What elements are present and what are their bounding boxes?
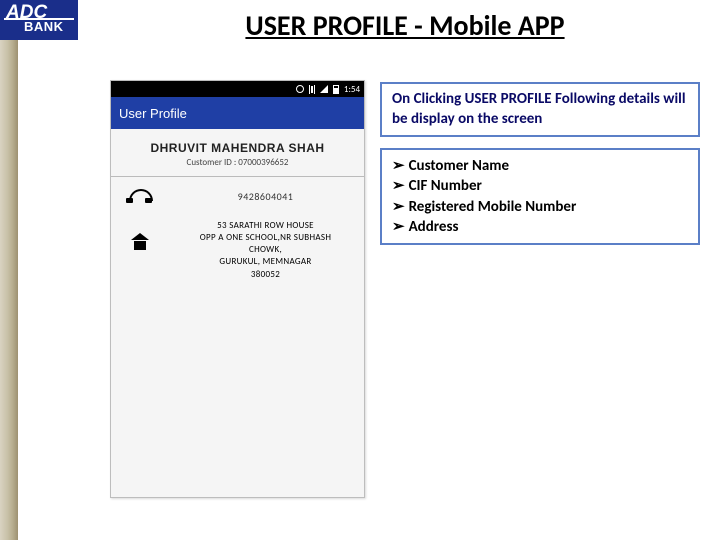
profile-header: DHRUVIT MAHENDRA SHAH Customer ID : 0700… — [111, 129, 364, 177]
signal-icon — [320, 85, 328, 93]
phone-screenshot: 1:54 User Profile DHRUVIT MAHENDRA SHAH … — [110, 80, 365, 498]
phone-icon — [127, 187, 153, 206]
bullet-item: Address — [392, 217, 688, 237]
logo-text-bottom: BANK — [24, 20, 64, 33]
status-bar: 1:54 — [111, 81, 364, 97]
address-line: GURUKUL, MEMNAGAR — [183, 256, 348, 268]
address-line: OPP A ONE SCHOOL,NR SUBHASH — [183, 232, 348, 244]
mobile-number: 9428604041 — [183, 190, 348, 203]
address-line: 53 SARATHI ROW HOUSE — [183, 220, 348, 232]
slide-title: USER PROFILE - Mobile APP — [245, 8, 564, 43]
description-box: On Clicking USER PROFILE Following detai… — [380, 82, 700, 137]
status-time: 1:54 — [344, 84, 360, 95]
bank-logo: ADC BANK — [0, 0, 78, 40]
bullet-item: CIF Number — [392, 176, 688, 196]
battery-icon — [333, 85, 339, 94]
bullet-box: Customer Name CIF Number Registered Mobi… — [380, 148, 700, 245]
alarm-icon — [296, 85, 304, 93]
slide-side-stripe — [0, 0, 18, 540]
bullet-item: Customer Name — [392, 156, 688, 176]
mobile-row: 9428604041 — [111, 177, 364, 216]
slide-title-container: USER PROFILE - Mobile APP — [120, 8, 690, 43]
bullet-list: Customer Name CIF Number Registered Mobi… — [392, 156, 688, 237]
app-bar-title: User Profile — [119, 106, 187, 121]
address-line: CHOWK, — [183, 244, 348, 256]
home-icon — [127, 220, 153, 255]
app-bar: User Profile — [111, 97, 364, 129]
address-row: 53 SARATHI ROW HOUSE OPP A ONE SCHOOL,NR… — [111, 216, 364, 291]
address-line: 380052 — [183, 269, 348, 281]
customer-name: DHRUVIT MAHENDRA SHAH — [119, 141, 356, 155]
bullet-item: Registered Mobile Number — [392, 197, 688, 217]
address-text: 53 SARATHI ROW HOUSE OPP A ONE SCHOOL,NR… — [183, 220, 348, 281]
vibrate-icon — [309, 85, 315, 94]
description-text: On Clicking USER PROFILE Following detai… — [392, 90, 688, 129]
customer-id: Customer ID : 07000396652 — [119, 157, 356, 168]
